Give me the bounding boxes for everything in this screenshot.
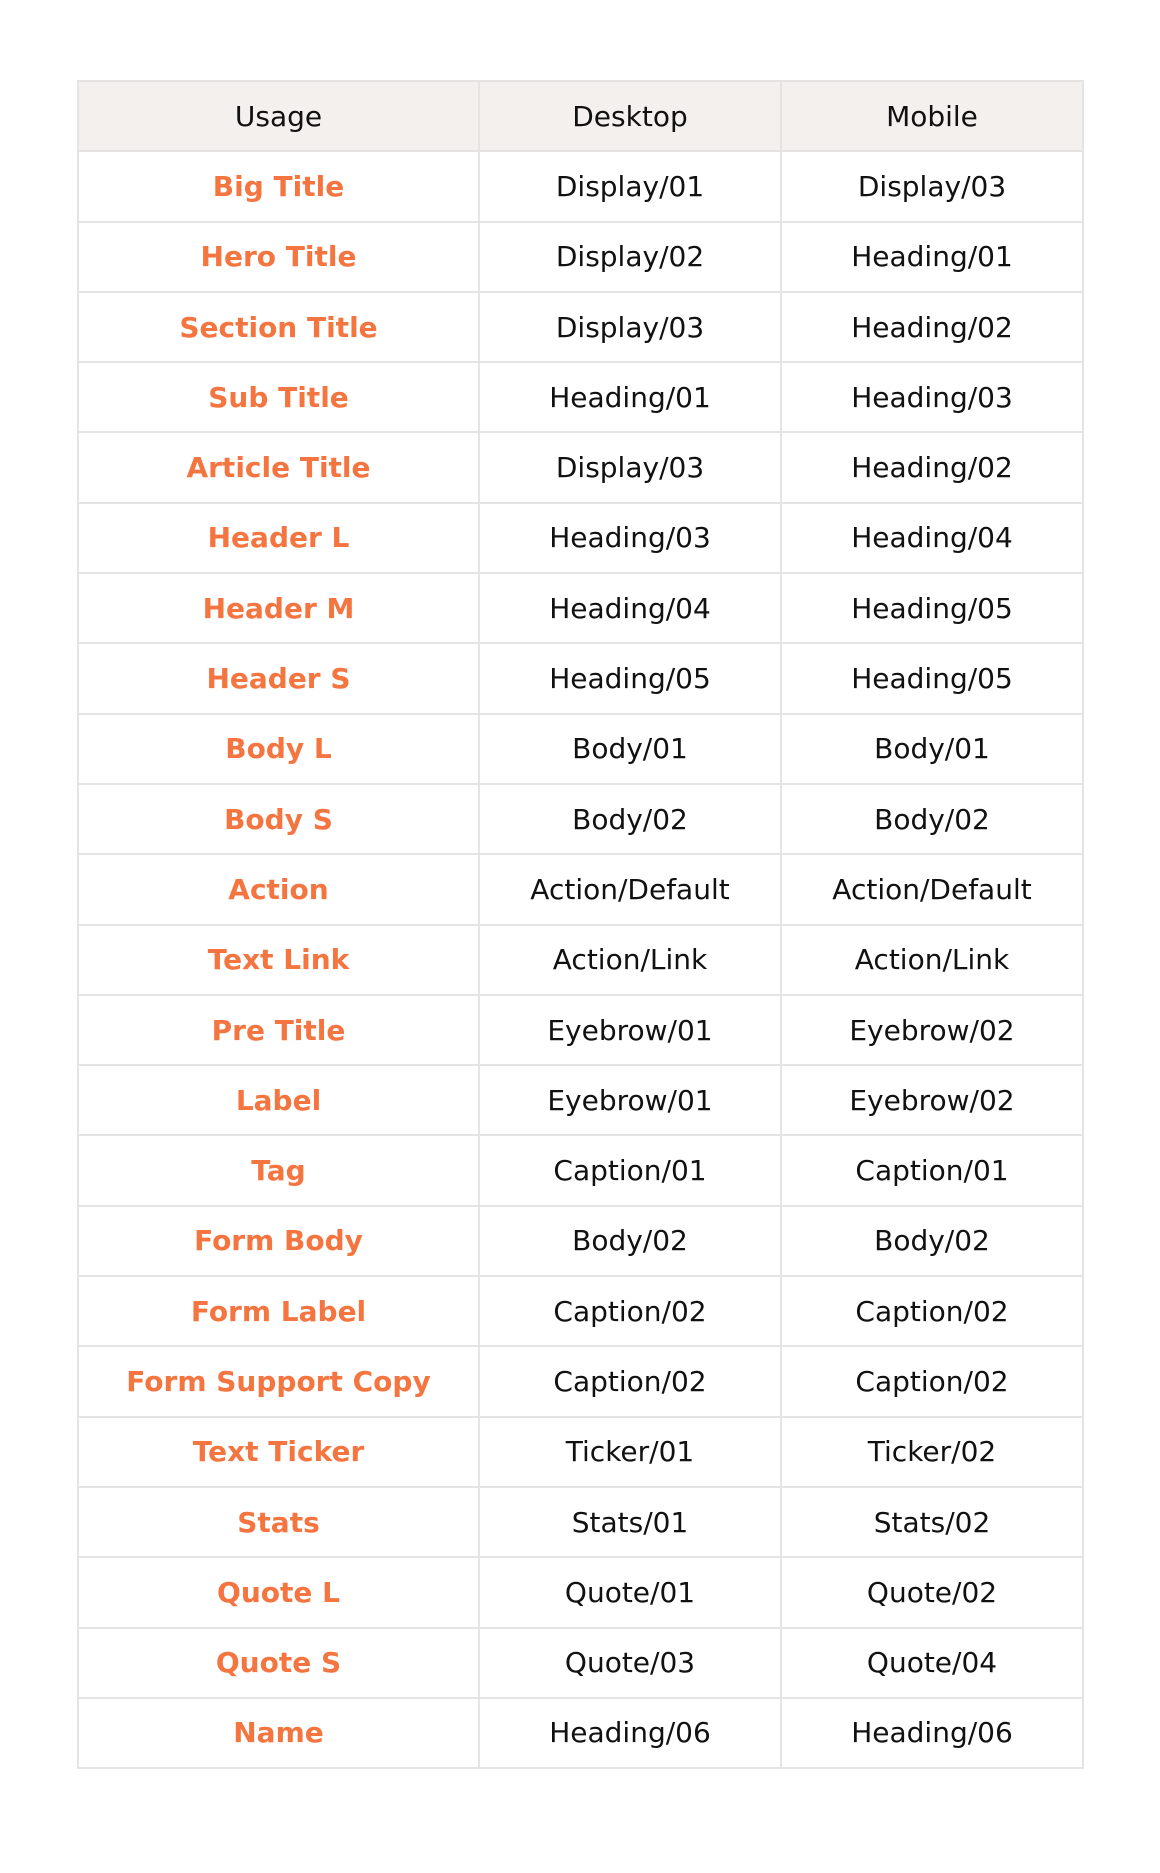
header-row: Usage Desktop Mobile: [77, 79, 1084, 153]
cell-usage: Form Support Copy: [77, 1345, 480, 1418]
cell-desktop: Display/01: [478, 150, 782, 223]
cell-desktop: Heading/03: [478, 501, 782, 575]
cell-mobile: Heading/06: [780, 1696, 1084, 1770]
cell-usage: Article Title: [77, 431, 480, 504]
table-row: Form Support Copy Caption/02 Caption/02: [77, 1345, 1084, 1418]
cell-desktop: Heading/05: [478, 642, 782, 715]
cell-mobile: Body/01: [780, 712, 1084, 785]
cell-desktop: Caption/02: [478, 1275, 782, 1348]
table-row: Body S Body/02 Body/02: [77, 782, 1084, 856]
cell-desktop: Stats/01: [478, 1485, 782, 1559]
cell-desktop: Action/Default: [478, 853, 782, 926]
cell-mobile: Eyebrow/02: [780, 1064, 1084, 1137]
cell-usage: Quote S: [77, 1626, 480, 1699]
header-usage: Usage: [77, 79, 480, 153]
cell-desktop: Body/01: [478, 712, 782, 785]
table-row: Quote S Quote/03 Quote/04: [77, 1626, 1084, 1699]
cell-desktop: Caption/01: [478, 1134, 782, 1207]
cell-mobile: Display/03: [780, 150, 1084, 223]
cell-usage: Label: [77, 1064, 480, 1137]
table-row: Stats Stats/01 Stats/02: [77, 1485, 1084, 1559]
header-desktop: Desktop: [478, 79, 782, 153]
cell-desktop: Body/02: [478, 1204, 782, 1278]
table-row: Header S Heading/05 Heading/05: [77, 642, 1084, 715]
table-row: Body L Body/01 Body/01: [77, 712, 1084, 785]
table-row: Text Link Action/Link Action/Link: [77, 923, 1084, 996]
cell-usage: Action: [77, 853, 480, 926]
cell-mobile: Caption/02: [780, 1345, 1084, 1418]
table-row: Form Label Caption/02 Caption/02: [77, 1275, 1084, 1348]
cell-desktop: Display/03: [478, 290, 782, 364]
table-row: Quote L Quote/01 Quote/02: [77, 1556, 1084, 1629]
cell-usage: Form Body: [77, 1204, 480, 1278]
cell-mobile: Quote/02: [780, 1556, 1084, 1629]
cell-mobile: Heading/05: [780, 572, 1084, 645]
cell-desktop: Heading/06: [478, 1696, 782, 1770]
cell-mobile: Heading/03: [780, 361, 1084, 434]
cell-mobile: Action/Default: [780, 853, 1084, 926]
table-row: Pre Title Eyebrow/01 Eyebrow/02: [77, 993, 1084, 1067]
cell-desktop: Heading/04: [478, 572, 782, 645]
cell-mobile: Caption/02: [780, 1275, 1084, 1348]
cell-desktop: Caption/02: [478, 1345, 782, 1418]
cell-usage: Sub Title: [77, 361, 480, 434]
cell-mobile: Heading/02: [780, 431, 1084, 504]
cell-mobile: Body/02: [780, 782, 1084, 856]
table-row: Name Heading/06 Heading/06: [77, 1696, 1084, 1770]
cell-desktop: Eyebrow/01: [478, 1064, 782, 1137]
cell-mobile: Eyebrow/02: [780, 993, 1084, 1067]
cell-mobile: Action/Link: [780, 923, 1084, 996]
cell-desktop: Display/03: [478, 431, 782, 504]
cell-usage: Hero Title: [77, 220, 480, 293]
table-row: Header M Heading/04 Heading/05: [77, 572, 1084, 645]
cell-usage: Text Ticker: [77, 1415, 480, 1488]
table-row: Section Title Display/03 Heading/02: [77, 290, 1084, 364]
cell-usage: Form Label: [77, 1275, 480, 1348]
cell-usage: Header S: [77, 642, 480, 715]
cell-desktop: Heading/01: [478, 361, 782, 434]
cell-mobile: Stats/02: [780, 1485, 1084, 1559]
cell-desktop: Body/02: [478, 782, 782, 856]
cell-desktop: Action/Link: [478, 923, 782, 996]
cell-desktop: Ticker/01: [478, 1415, 782, 1488]
table-row: Article Title Display/03 Heading/02: [77, 431, 1084, 504]
cell-usage: Stats: [77, 1485, 480, 1559]
cell-mobile: Quote/04: [780, 1626, 1084, 1699]
table-row: Big Title Display/01 Display/03: [77, 150, 1084, 223]
cell-desktop: Quote/03: [478, 1626, 782, 1699]
cell-mobile: Heading/04: [780, 501, 1084, 575]
cell-mobile: Caption/01: [780, 1134, 1084, 1207]
cell-usage: Tag: [77, 1134, 480, 1207]
table-row: Form Body Body/02 Body/02: [77, 1204, 1084, 1278]
cell-desktop: Display/02: [478, 220, 782, 293]
cell-usage: Body S: [77, 782, 480, 856]
typography-usage-table: Usage Desktop Mobile Big Title Display/01…: [77, 79, 1084, 1770]
cell-desktop: Eyebrow/01: [478, 993, 782, 1067]
cell-usage: Header M: [77, 572, 480, 645]
cell-mobile: Heading/01: [780, 220, 1084, 293]
cell-usage: Text Link: [77, 923, 480, 996]
table-row: Text Ticker Ticker/01 Ticker/02: [77, 1415, 1084, 1488]
cell-usage: Body L: [77, 712, 480, 785]
table-row: Label Eyebrow/01 Eyebrow/02: [77, 1064, 1084, 1137]
cell-usage: Quote L: [77, 1556, 480, 1629]
cell-mobile: Body/02: [780, 1204, 1084, 1278]
cell-usage: Section Title: [77, 290, 480, 364]
cell-mobile: Ticker/02: [780, 1415, 1084, 1488]
table-row: Tag Caption/01 Caption/01: [77, 1134, 1084, 1207]
cell-desktop: Quote/01: [478, 1556, 782, 1629]
cell-usage: Big Title: [77, 150, 480, 223]
table-row: Action Action/Default Action/Default: [77, 853, 1084, 926]
cell-usage: Pre Title: [77, 993, 480, 1067]
table-row: Hero Title Display/02 Heading/01: [77, 220, 1084, 293]
cell-mobile: Heading/05: [780, 642, 1084, 715]
cell-usage: Name: [77, 1696, 480, 1770]
cell-mobile: Heading/02: [780, 290, 1084, 364]
table-row: Header L Heading/03 Heading/04: [77, 501, 1084, 575]
header-mobile: Mobile: [780, 79, 1084, 153]
table-row: Sub Title Heading/01 Heading/03: [77, 361, 1084, 434]
cell-usage: Header L: [77, 501, 480, 575]
